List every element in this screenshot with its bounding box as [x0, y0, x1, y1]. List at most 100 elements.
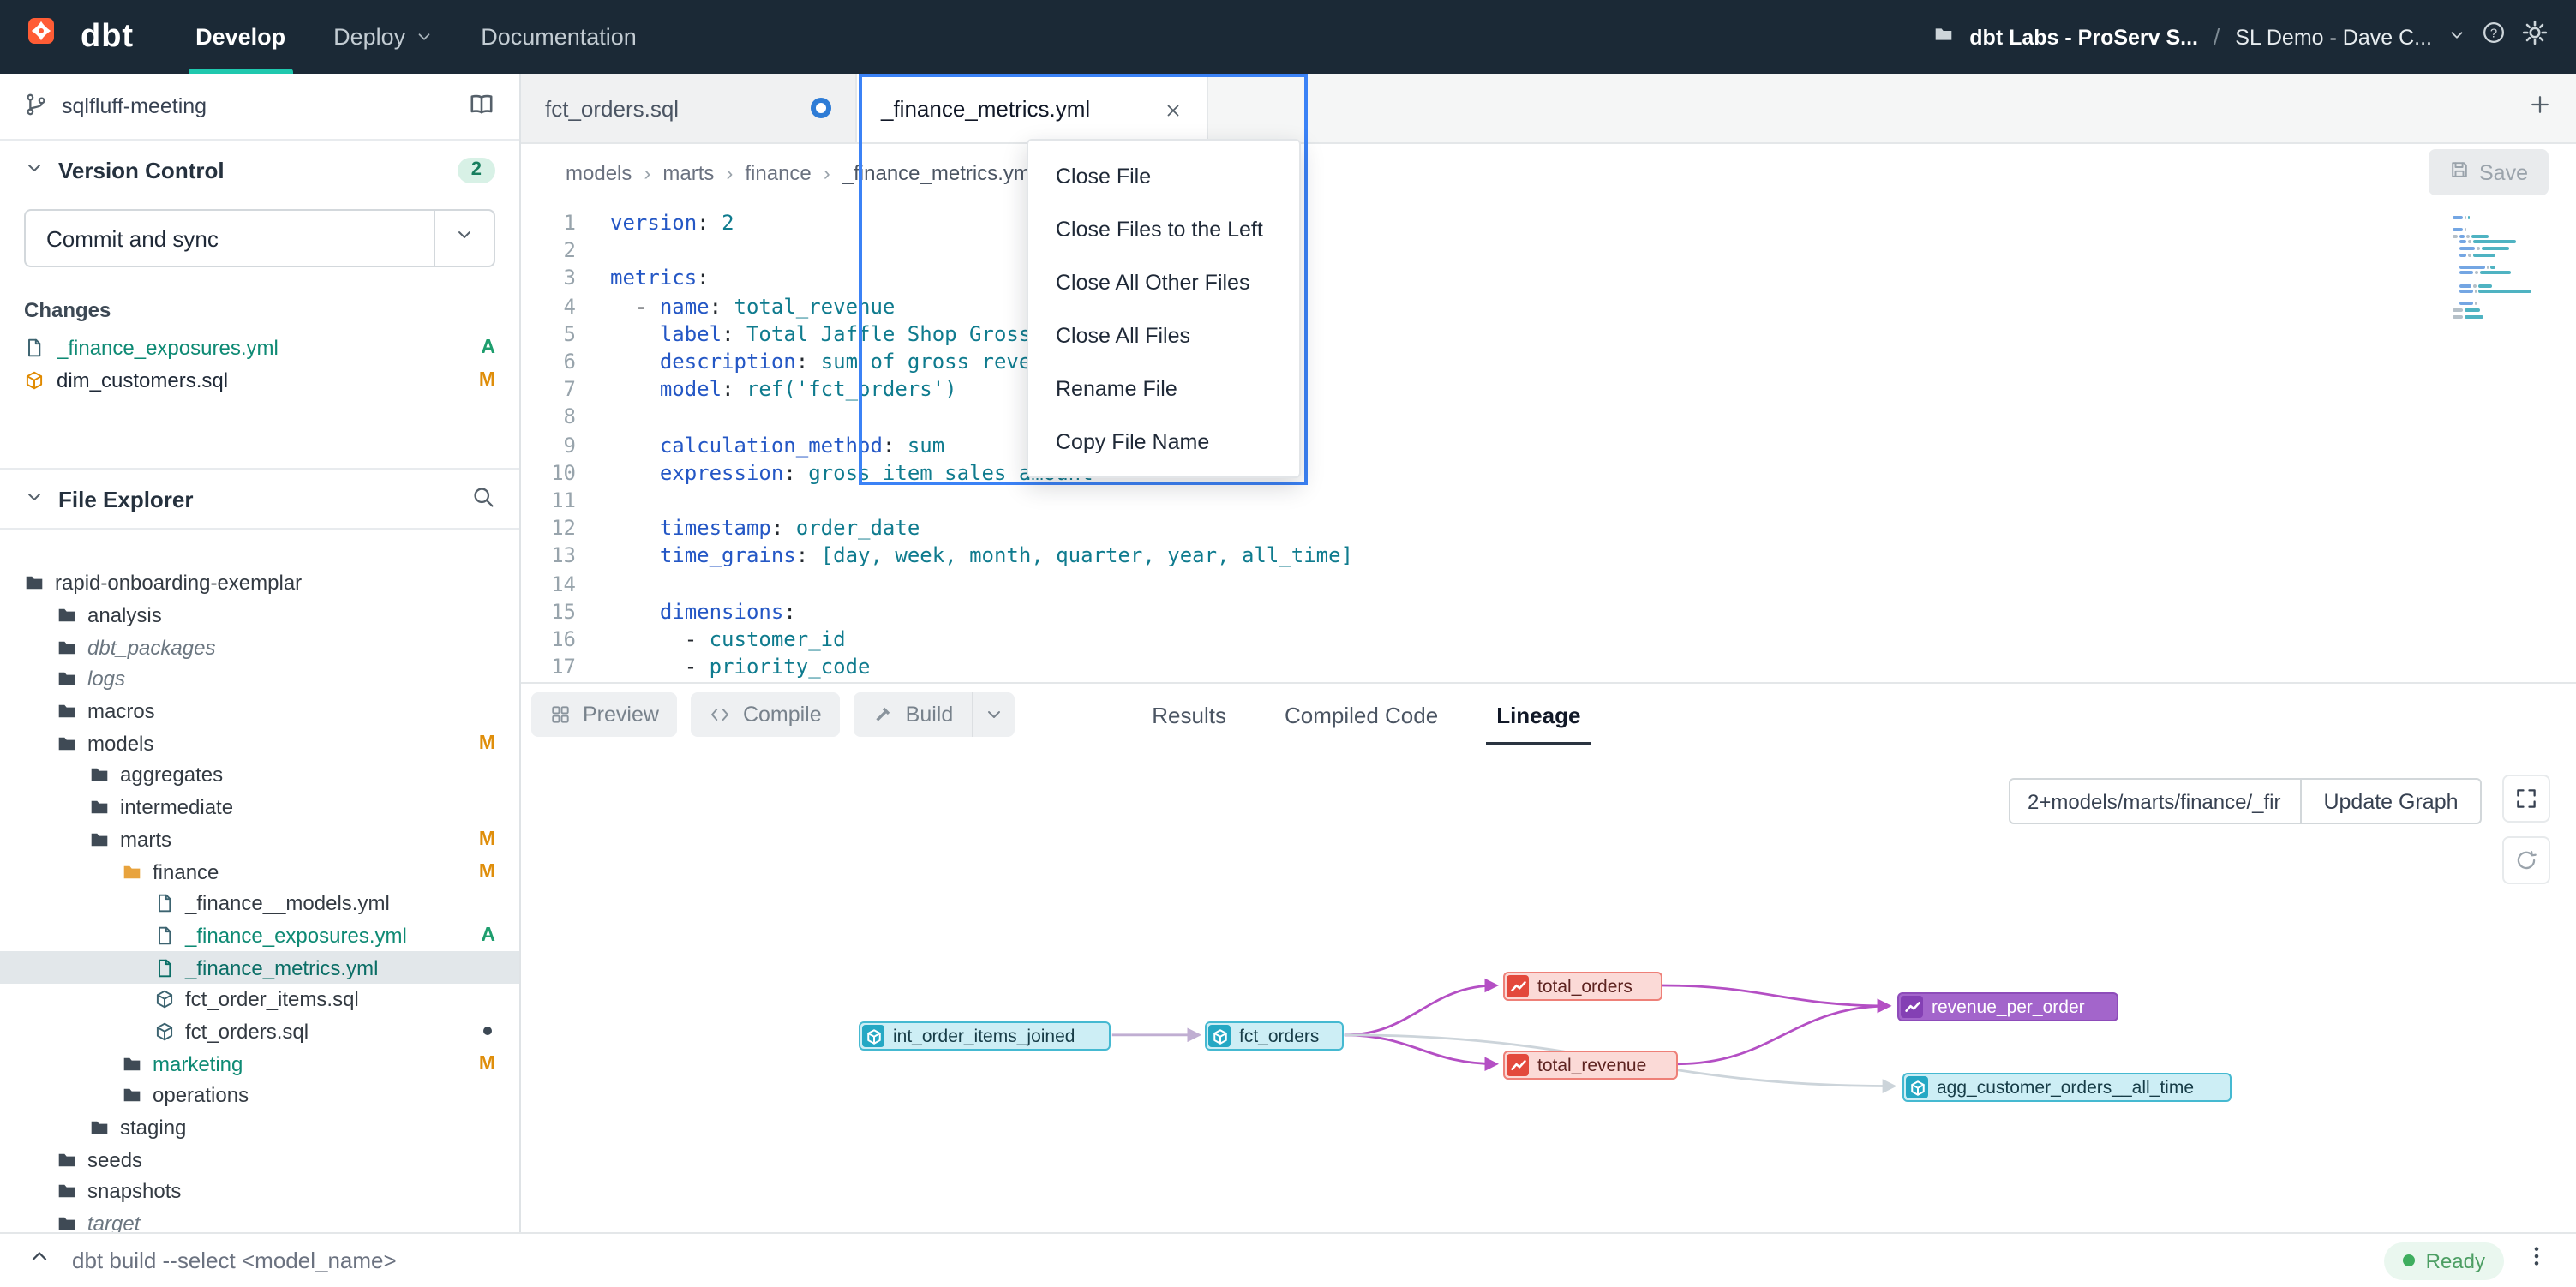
code-line — [610, 487, 1353, 514]
chevron-down-icon[interactable] — [2447, 21, 2466, 52]
tree-item-marts[interactable]: martsM — [0, 823, 519, 855]
gear-icon[interactable] — [2521, 19, 2549, 55]
tree-item-models[interactable]: modelsM — [0, 727, 519, 759]
change-status: A — [481, 337, 495, 357]
code-editor[interactable]: 1234567891011121314151617 version: 2 met… — [521, 202, 2576, 682]
refresh-icon — [2514, 848, 2538, 872]
new-tab-button[interactable] — [2528, 92, 2552, 124]
tree-item-aggregates[interactable]: aggregates — [0, 759, 519, 791]
preview-button[interactable]: Preview — [531, 692, 678, 737]
file-tree: rapid-onboarding-exemplaranalysisdbt_pac… — [0, 530, 519, 1232]
lineage-node-agg_customer_orders__all_time[interactable]: agg_customer_orders__all_time — [1902, 1073, 2232, 1102]
commit-and-sync-button[interactable]: Commit and sync — [24, 209, 495, 267]
context-menu-item-copy-file-name[interactable]: Copy File Name — [1028, 415, 1299, 468]
close-tab-button[interactable] — [1164, 99, 1183, 117]
nav-item-documentation[interactable]: Documentation — [457, 0, 661, 74]
docs-book-icon[interactable] — [468, 90, 495, 123]
breadcrumb-separator: › — [644, 160, 650, 184]
change-item[interactable]: _finance_exposures.ymlA — [0, 331, 519, 363]
build-button[interactable]: Build — [854, 692, 973, 737]
breadcrumb-item[interactable]: marts — [662, 160, 714, 184]
docs-book-icon — [468, 90, 495, 117]
lineage-selector-input[interactable] — [2009, 778, 2300, 824]
breadcrumb-item[interactable]: finance — [745, 160, 811, 184]
change-item[interactable]: dim_customers.sqlM — [0, 363, 519, 396]
refresh-graph-button[interactable] — [2502, 836, 2550, 884]
code-line: time_grains: [day, week, month, quarter,… — [610, 542, 1353, 570]
tree-item-_finance_exposures.yml[interactable]: _finance_exposures.ymlA — [0, 919, 519, 951]
lineage-node-revenue_per_order[interactable]: revenue_per_order — [1897, 992, 2118, 1021]
breadcrumb-separator: › — [824, 160, 830, 184]
editor-tab-fct_orders.sql[interactable]: fct_orders.sql — [521, 74, 857, 142]
lineage-node-int_order_items_joined[interactable]: int_order_items_joined — [859, 1021, 1111, 1051]
breadcrumb-item[interactable]: _finance_metrics.yml — [842, 160, 1035, 184]
changes-count-badge: 2 — [458, 157, 495, 183]
tree-item-staging[interactable]: staging — [0, 1111, 519, 1143]
kebab-menu-icon[interactable] — [2525, 1244, 2549, 1277]
folder-icon — [89, 1117, 110, 1138]
tree-item-snapshots[interactable]: snapshots — [0, 1176, 519, 1207]
lineage-canvas[interactable]: int_order_items_joined fct_orders total_or… — [521, 745, 2576, 1232]
chevron-up-icon[interactable] — [27, 1244, 51, 1277]
tree-item-label: macros — [87, 699, 155, 723]
tree-item-dbt_packages[interactable]: dbt_packages — [0, 632, 519, 663]
nav-item-deploy[interactable]: Deploy — [309, 0, 457, 74]
tree-item-label: _finance_metrics.yml — [185, 955, 378, 979]
account-name[interactable]: dbt Labs - ProServ S... — [1969, 25, 2198, 49]
nav-item-develop[interactable]: Develop — [171, 0, 309, 74]
tree-item-fct_order_items.sql[interactable]: fct_order_items.sql — [0, 984, 519, 1015]
lineage-node-fct_orders[interactable]: fct_orders — [1205, 1021, 1344, 1051]
code-line: timestamp: order_date — [610, 514, 1353, 542]
chevron-down-icon — [24, 486, 45, 512]
tree-item-_finance__models.yml[interactable]: _finance__models.yml — [0, 888, 519, 919]
lineage-node-total_orders[interactable]: total_orders — [1503, 972, 1662, 1001]
git-branch-row[interactable]: sqlfluff-meeting — [0, 74, 519, 141]
tree-item-rapid-onboarding-exemplar[interactable]: rapid-onboarding-exemplar — [0, 567, 519, 599]
build-options-dropdown[interactable] — [972, 692, 1015, 737]
tree-item-operations[interactable]: operations — [0, 1080, 519, 1111]
update-graph-button[interactable]: Update Graph — [2300, 778, 2482, 824]
commit-options-dropdown[interactable] — [434, 211, 494, 266]
panel-tab-compiled-code[interactable]: Compiled Code — [1285, 684, 1438, 745]
panel-tabs: Results Compiled Code Lineage — [1152, 684, 1580, 745]
file-explorer-header[interactable]: File Explorer — [0, 468, 519, 530]
lineage-node-total_revenue[interactable]: total_revenue — [1503, 1051, 1678, 1080]
context-menu-item-close-file[interactable]: Close File — [1028, 149, 1299, 202]
tree-item-fct_orders.sql[interactable]: fct_orders.sql — [0, 1015, 519, 1047]
panel-tab-results[interactable]: Results — [1152, 684, 1226, 745]
tree-item-marketing[interactable]: marketingM — [0, 1048, 519, 1080]
tree-item-analysis[interactable]: analysis — [0, 599, 519, 631]
tree-item-intermediate[interactable]: intermediate — [0, 792, 519, 823]
panel-tab-lineage[interactable]: Lineage — [1496, 684, 1580, 745]
tree-item-_finance_metrics.yml[interactable]: _finance_metrics.yml — [0, 952, 519, 984]
line-number: 15 — [521, 598, 576, 626]
folder-icon — [57, 605, 77, 626]
lineage-edge — [1345, 985, 1496, 1035]
context-menu-item-close-all-files[interactable]: Close All Files — [1028, 308, 1299, 362]
tree-item-label: snapshots — [87, 1180, 181, 1204]
breadcrumb-item[interactable]: models — [566, 160, 632, 184]
folder-icon — [122, 1053, 142, 1074]
version-control-header[interactable]: Version Control 2 — [0, 141, 519, 199]
save-button[interactable]: Save — [2428, 149, 2549, 195]
tree-item-finance[interactable]: financeM — [0, 855, 519, 887]
project-selector[interactable]: SL Demo - Dave C... — [2235, 25, 2432, 49]
tab-label: fct_orders.sql — [545, 95, 679, 121]
tree-item-logs[interactable]: logs — [0, 663, 519, 695]
tree-item-seeds[interactable]: seeds — [0, 1144, 519, 1176]
context-menu-item-close-all-other-files[interactable]: Close All Other Files — [1028, 255, 1299, 308]
context-menu-item-close-files-to-the-left[interactable]: Close Files to the Left — [1028, 202, 1299, 255]
help-icon[interactable]: ? — [2482, 21, 2506, 53]
context-menu-item-rename-file[interactable]: Rename File — [1028, 362, 1299, 415]
minimap[interactable] — [2453, 216, 2531, 320]
git-status: M — [479, 733, 495, 754]
command-input[interactable]: dbt build --select <model_name> — [72, 1248, 397, 1273]
tree-item-macros[interactable]: macros — [0, 696, 519, 727]
grid-icon — [550, 704, 571, 725]
compile-button[interactable]: Compile — [692, 692, 841, 737]
dbt-logo-icon — [27, 16, 55, 44]
fullscreen-button[interactable] — [2502, 775, 2550, 823]
tree-item-target[interactable]: target — [0, 1208, 519, 1233]
editor-tab-_finance_metrics.yml[interactable]: _finance_metrics.yml — [857, 74, 1208, 142]
search-icon[interactable] — [471, 484, 495, 513]
